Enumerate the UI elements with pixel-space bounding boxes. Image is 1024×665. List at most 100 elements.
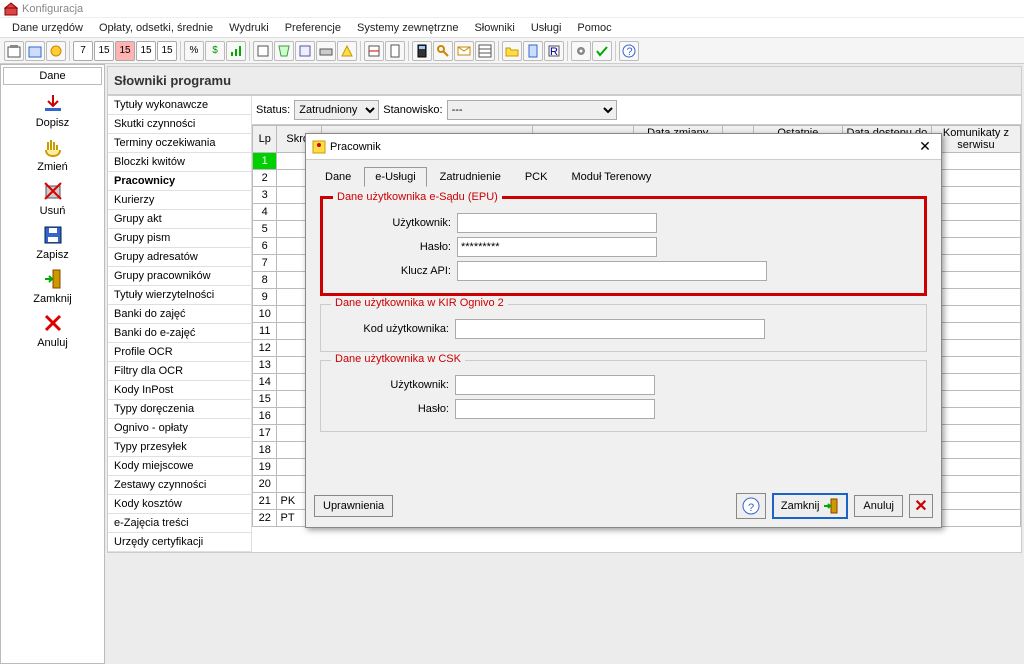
dict-item[interactable]: Grupy adresatów: [108, 248, 251, 267]
tab-pck[interactable]: PCK: [514, 167, 559, 187]
dialog-close-button[interactable]: ✕: [915, 138, 935, 155]
epu-pass-label: Hasło:: [331, 241, 451, 253]
csk-pass-input[interactable]: [455, 399, 655, 419]
tool-num-15b[interactable]: 15: [115, 41, 135, 61]
dict-item[interactable]: Kody InPost: [108, 381, 251, 400]
dict-item[interactable]: Grupy pism: [108, 229, 251, 248]
tool-chart-icon[interactable]: [226, 41, 246, 61]
epu-api-label: Klucz API:: [331, 265, 451, 277]
epu-user-input[interactable]: [457, 213, 657, 233]
anuluj-button[interactable]: Anuluj: [854, 495, 903, 517]
tool-icon-7[interactable]: [316, 41, 336, 61]
tool-folder-icon[interactable]: [502, 41, 522, 61]
menu-preferencje[interactable]: Preferencje: [277, 20, 349, 36]
dict-item[interactable]: Tytuły wykonawcze: [108, 96, 251, 115]
leftbtn-zamknij[interactable]: Zamknij: [1, 267, 104, 305]
tool-num-15d[interactable]: 15: [157, 41, 177, 61]
tool-icon-3[interactable]: [46, 41, 66, 61]
help-button[interactable]: ?: [736, 493, 766, 519]
status-select[interactable]: Zatrudniony: [294, 100, 379, 120]
dialog-body: Dane użytkownika e-Sądu (EPU) Użytkownik…: [306, 186, 941, 448]
dict-item[interactable]: Tytuły wierzytelności: [108, 286, 251, 305]
csk-user-input[interactable]: [455, 375, 655, 395]
dict-item[interactable]: Kurierzy: [108, 191, 251, 210]
dict-item[interactable]: Grupy pracowników: [108, 267, 251, 286]
dict-item[interactable]: Pracownicy: [108, 172, 251, 191]
leftbtn-anuluj[interactable]: Anuluj: [1, 311, 104, 349]
tab-zatrudnienie[interactable]: Zatrudnienie: [429, 167, 512, 187]
leftbtn-usun[interactable]: Usuń: [1, 179, 104, 217]
dict-item[interactable]: Profile OCR: [108, 343, 251, 362]
dict-item[interactable]: Kody kosztów: [108, 495, 251, 514]
tool-icon-1[interactable]: [4, 41, 24, 61]
svg-text:?: ?: [748, 502, 754, 514]
menu-slowniki[interactable]: Słowniki: [466, 20, 522, 36]
csk-user-label: Użytkownik:: [329, 379, 449, 391]
tool-icon-6[interactable]: [295, 41, 315, 61]
tool-dollar[interactable]: $: [205, 41, 225, 61]
dict-item[interactable]: Urzędy certyfikacji: [108, 533, 251, 552]
dict-item[interactable]: Zestawy czynności: [108, 476, 251, 495]
tool-calc-icon[interactable]: [412, 41, 432, 61]
kir-code-input[interactable]: [455, 319, 765, 339]
uprawnienia-button[interactable]: Uprawnienia: [314, 495, 393, 517]
tool-percent[interactable]: %: [184, 41, 204, 61]
tool-scan-icon[interactable]: [364, 41, 384, 61]
dialog-titlebar[interactable]: Pracownik ✕: [306, 134, 941, 160]
dict-item[interactable]: Skutki czynności: [108, 115, 251, 134]
tool-doc-icon[interactable]: [385, 41, 405, 61]
tab-dane[interactable]: Dane: [314, 167, 362, 187]
fieldset-kir: Dane użytkownika w KIR Ognivo 2 Kod użyt…: [320, 304, 927, 352]
dict-item[interactable]: Filtry dla OCR: [108, 362, 251, 381]
tool-help-icon[interactable]: ?: [619, 41, 639, 61]
leftbtn-zmien-label: Zmień: [1, 161, 104, 173]
dict-item[interactable]: Grupy akt: [108, 210, 251, 229]
tool-icon-8[interactable]: [337, 41, 357, 61]
menu-wydruki[interactable]: Wydruki: [221, 20, 277, 36]
dict-item[interactable]: Terminy oczekiwania: [108, 134, 251, 153]
tool-reg-icon[interactable]: R: [544, 41, 564, 61]
dict-item[interactable]: Bloczki kwitów: [108, 153, 251, 172]
tool-num-7[interactable]: 7: [73, 41, 93, 61]
tool-num-15c[interactable]: 15: [136, 41, 156, 61]
toolbar-divider: [498, 41, 499, 61]
tool-icon-5[interactable]: [274, 41, 294, 61]
tool-num-15a[interactable]: 15: [94, 41, 114, 61]
leftbtn-zapisz[interactable]: Zapisz: [1, 223, 104, 261]
dict-item[interactable]: e-Zajęcia treści: [108, 514, 251, 533]
dict-item[interactable]: Banki do e-zajęć: [108, 324, 251, 343]
tool-doc2-icon[interactable]: [523, 41, 543, 61]
tool-grid-icon[interactable]: [475, 41, 495, 61]
menu-uslugi[interactable]: Usługi: [523, 20, 570, 36]
dict-item[interactable]: Typy przesyłek: [108, 438, 251, 457]
tab-e-uslugi[interactable]: e-Usługi: [364, 167, 426, 187]
toolbar-divider: [408, 41, 409, 61]
tool-key-icon[interactable]: [433, 41, 453, 61]
menu-systemy[interactable]: Systemy zewnętrzne: [349, 20, 466, 36]
zamknij-button[interactable]: Zamknij: [772, 493, 849, 519]
leftbtn-zapisz-label: Zapisz: [1, 249, 104, 261]
dict-item[interactable]: Kody miejscowe: [108, 457, 251, 476]
left-tab-dane[interactable]: Dane: [3, 67, 102, 85]
col-header[interactable]: Lp: [253, 126, 277, 153]
dict-item[interactable]: Banki do zajęć: [108, 305, 251, 324]
tool-icon-4[interactable]: [253, 41, 273, 61]
tool-check-icon[interactable]: [592, 41, 612, 61]
menu-oplaty[interactable]: Opłaty, odsetki, średnie: [91, 20, 221, 36]
menu-dane-urzedow[interactable]: Dane urzędów: [4, 20, 91, 36]
dialog-x-button[interactable]: ✕: [909, 494, 933, 518]
epu-api-input[interactable]: [457, 261, 767, 281]
tool-mail-icon[interactable]: [454, 41, 474, 61]
position-select[interactable]: ---: [447, 100, 617, 120]
tab-modul-terenowy[interactable]: Moduł Terenowy: [560, 167, 662, 187]
dialog-footer: Uprawnienia ? Zamknij Anuluj ✕: [314, 493, 933, 519]
epu-pass-input[interactable]: [457, 237, 657, 257]
leftbtn-dopisz[interactable]: Dopisz: [1, 91, 104, 129]
tool-icon-2[interactable]: [25, 41, 45, 61]
tool-gear-icon[interactable]: [571, 41, 591, 61]
menu-pomoc[interactable]: Pomoc: [569, 20, 619, 36]
col-header[interactable]: Komunikaty z serwisu: [931, 126, 1020, 153]
leftbtn-zmien[interactable]: Zmień: [1, 135, 104, 173]
dict-item[interactable]: Ognivo - opłaty: [108, 419, 251, 438]
dict-item[interactable]: Typy doręczenia: [108, 400, 251, 419]
